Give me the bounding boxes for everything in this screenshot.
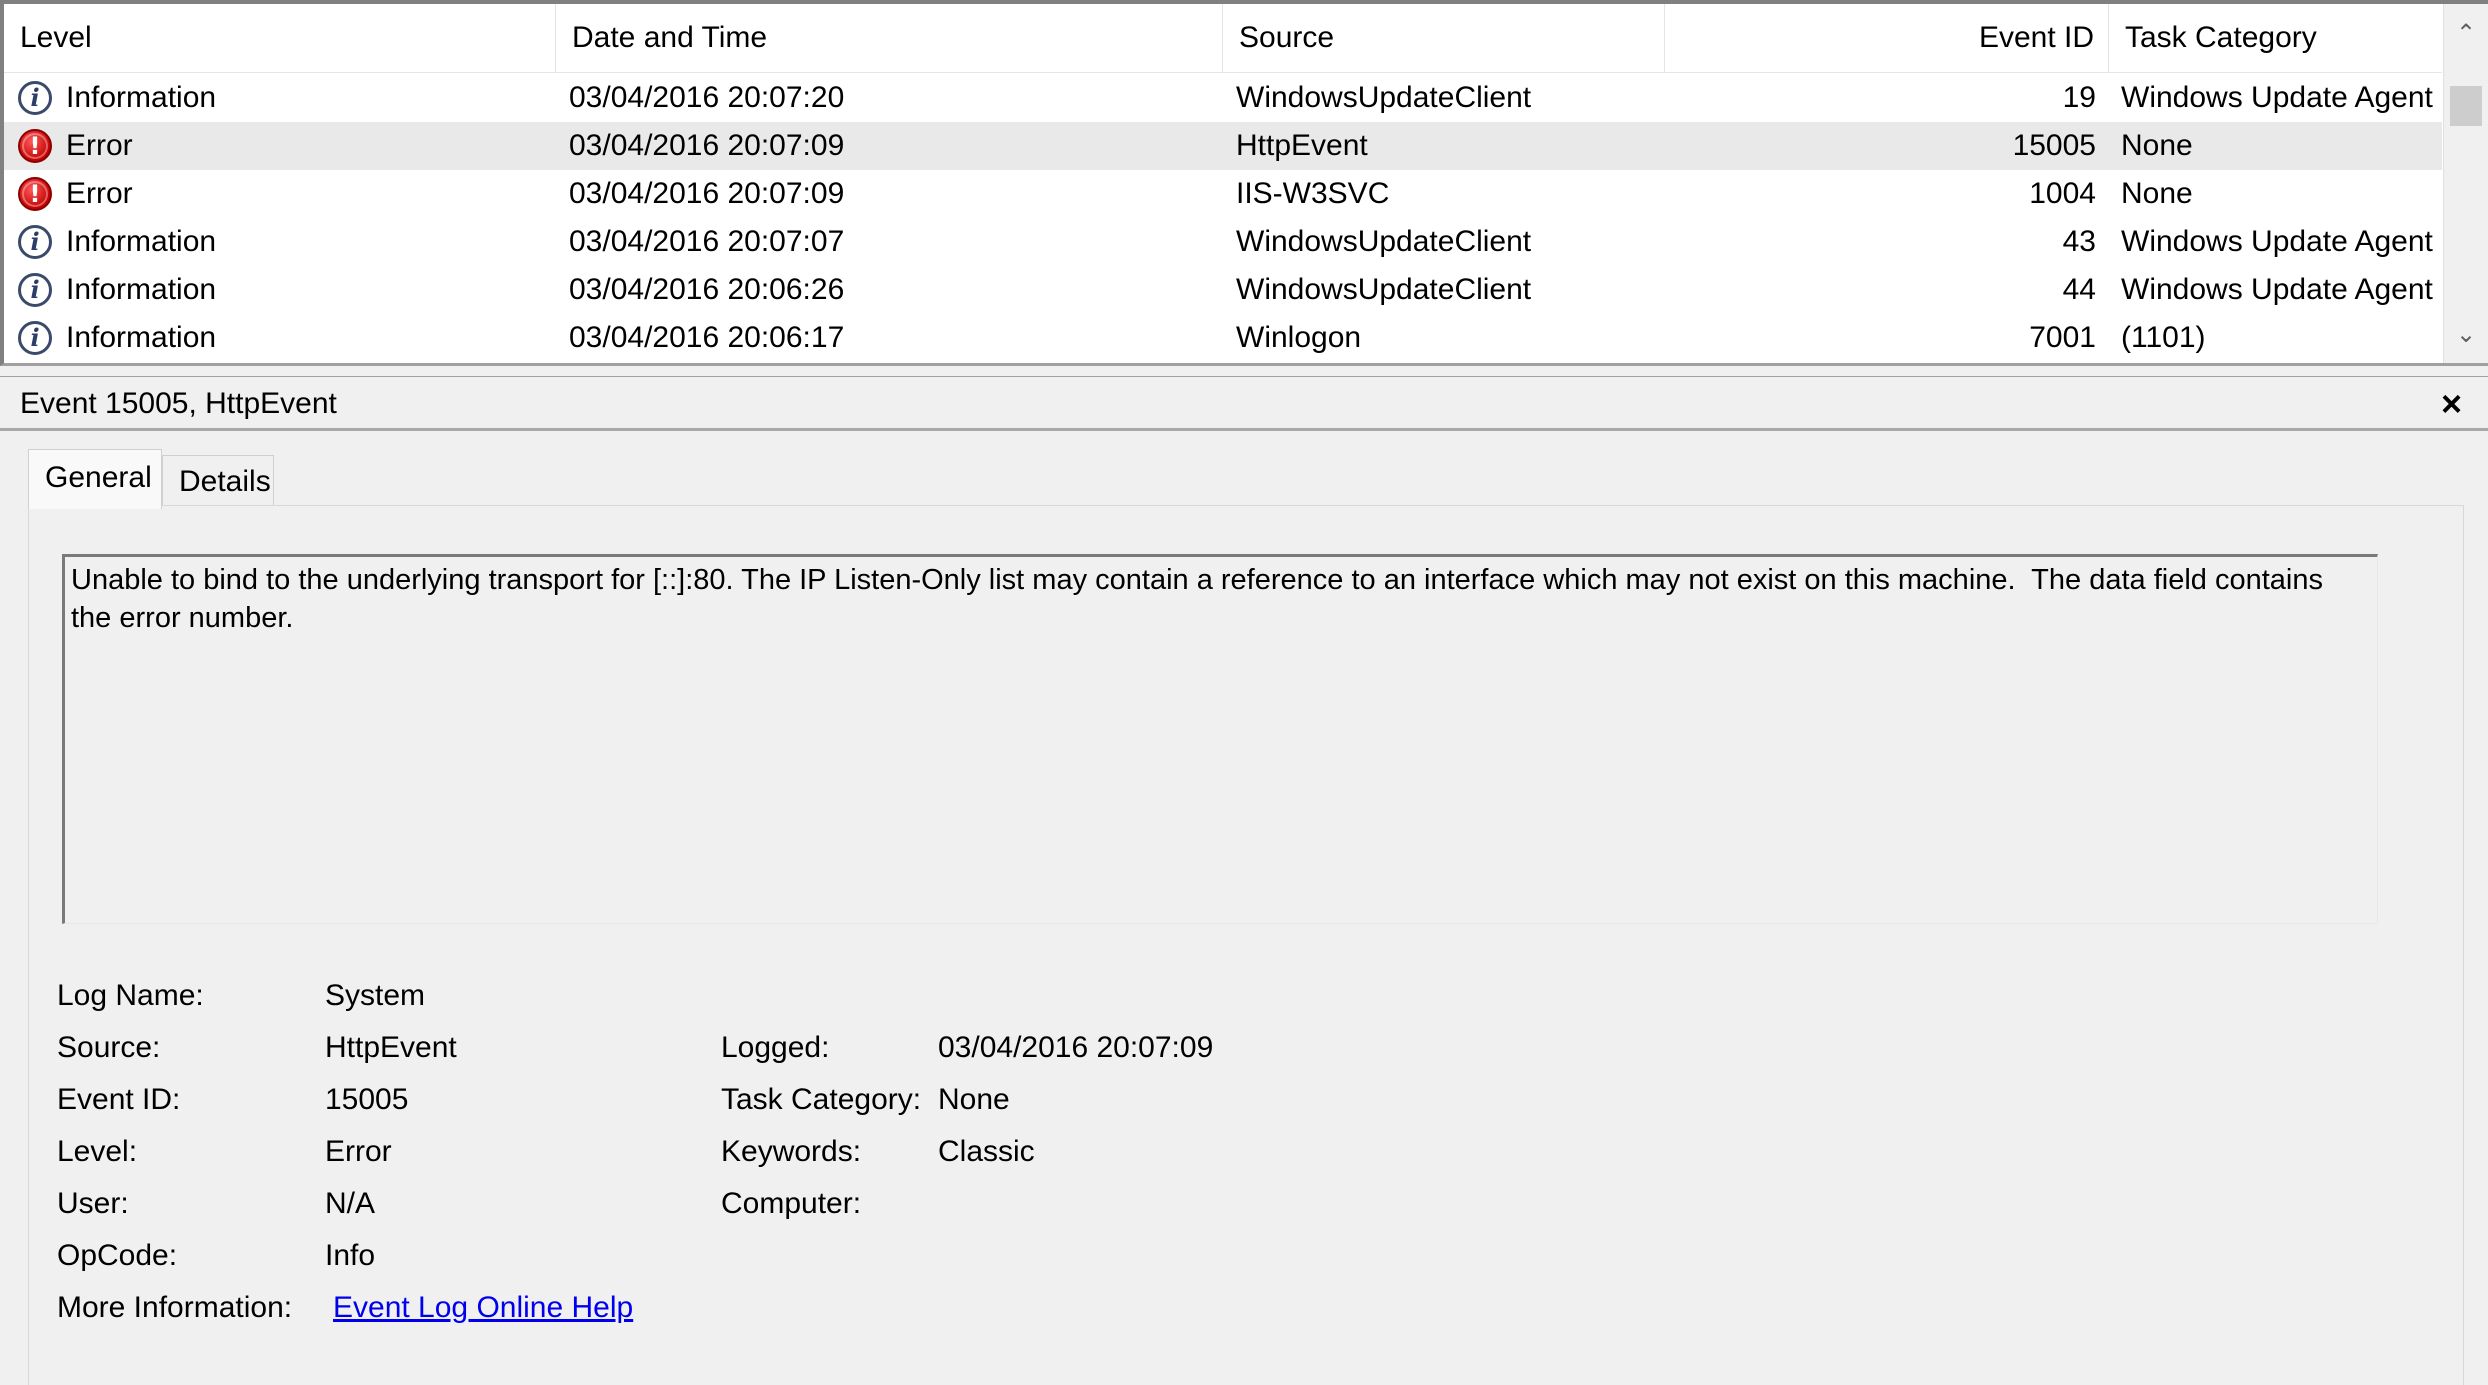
source-value: HttpEvent [325, 1031, 457, 1064]
event-detail-pane: Event 15005, HttpEvent × General Details… [0, 376, 2488, 1385]
detail-title: Event 15005, HttpEvent [0, 377, 2488, 431]
column-header-level[interactable]: Level [4, 4, 556, 72]
row-task-category: None [2121, 129, 2193, 162]
list-header: Level Date and Time Source Event ID Task… [4, 4, 2442, 73]
row-date-time: 03/04/2016 20:06:17 [569, 321, 845, 354]
logged-value: 03/04/2016 20:07:09 [938, 1031, 1214, 1064]
table-row[interactable]: i Information 03/04/2016 20:06:17 Winlogon 7… [4, 314, 2442, 362]
column-header-task-category[interactable]: Task Category [2109, 4, 2442, 72]
opcode-label: OpCode: [57, 1239, 178, 1272]
information-icon: i [18, 225, 52, 259]
row-source: WindowsUpdateClient [1236, 225, 1532, 258]
scroll-up-arrow-icon[interactable]: ⌃ [2444, 14, 2488, 54]
row-source: WindowsUpdateClient [1236, 273, 1532, 306]
event-id-value: 15005 [325, 1083, 409, 1116]
row-task-category: Windows Update Agent [2121, 225, 2433, 258]
row-source: WindowsUpdateClient [1236, 81, 1532, 114]
row-level: Information [66, 273, 217, 306]
row-source: Winlogon [1236, 321, 1362, 354]
table-row[interactable]: ! Error 03/04/2016 20:07:09 HttpEvent 15005 N… [4, 122, 2442, 170]
opcode-value: Info [325, 1239, 376, 1272]
event-list[interactable]: Level Date and Time Source Event ID Task… [0, 0, 2488, 366]
row-date-time: 03/04/2016 20:07:07 [569, 225, 845, 258]
table-row[interactable]: ! Error 03/04/2016 20:07:09 IIS-W3SVC 1004 No… [4, 170, 2442, 218]
event-id-label: Event ID: [57, 1083, 181, 1116]
information-icon: i [18, 81, 52, 115]
row-level: Information [66, 81, 217, 114]
row-date-time: 03/04/2016 20:07:09 [569, 177, 845, 210]
row-task-category: Windows Update Agent [2121, 273, 2433, 306]
column-header-source[interactable]: Source [1223, 4, 1665, 72]
level-label: Level: [57, 1135, 138, 1168]
row-date-time: 03/04/2016 20:07:20 [569, 81, 845, 114]
table-row[interactable]: i Information 03/04/2016 20:07:07 WindowsUp… [4, 218, 2442, 266]
scroll-down-arrow-icon[interactable]: ⌄ [2444, 315, 2488, 355]
column-header-event-id[interactable]: Event ID [1665, 4, 2109, 72]
vertical-scrollbar[interactable]: ⌃ ⌄ [2443, 4, 2488, 363]
information-icon: i [18, 321, 52, 355]
row-event-id: 43 [2062, 225, 2096, 258]
event-rows: i Information 03/04/2016 20:07:20 WindowsUp… [4, 74, 2442, 362]
row-date-time: 03/04/2016 20:06:26 [569, 273, 845, 306]
log-name-value: System [325, 979, 426, 1012]
log-name-label: Log Name: [57, 979, 204, 1012]
row-level: Error [66, 129, 133, 162]
close-icon[interactable]: × [2441, 377, 2462, 431]
row-source: HttpEvent [1236, 129, 1368, 162]
row-level: Error [66, 177, 133, 210]
task-category-label: Task Category: [721, 1083, 922, 1116]
row-level: Information [66, 225, 217, 258]
logged-label: Logged: [721, 1031, 830, 1064]
detail-title-text: Event 15005, HttpEvent [20, 387, 337, 420]
row-task-category: (1101) [2121, 321, 2206, 354]
tab-details[interactable]: Details [162, 455, 274, 507]
error-icon: ! [18, 129, 52, 163]
table-row[interactable]: i Information 03/04/2016 20:07:20 WindowsUp… [4, 74, 2442, 122]
source-label: Source: [57, 1031, 161, 1064]
row-source: IIS-W3SVC [1236, 177, 1390, 210]
more-information-label: More Information: [57, 1291, 293, 1324]
event-description[interactable]: Unable to bind to the underlying transpo… [62, 554, 2378, 924]
row-date-time: 03/04/2016 20:07:09 [569, 129, 845, 162]
row-event-id: 19 [2062, 81, 2096, 114]
event-log-online-help-link[interactable]: Event Log Online Help [333, 1288, 633, 1328]
user-value: N/A [325, 1187, 376, 1220]
row-event-id: 1004 [2029, 177, 2096, 210]
general-tab-panel: Unable to bind to the underlying transpo… [28, 505, 2464, 1385]
tab-general[interactable]: General [28, 449, 162, 509]
row-task-category: None [2121, 177, 2193, 210]
table-row[interactable]: i Information 03/04/2016 20:06:26 WindowsUp… [4, 266, 2442, 314]
keywords-value: Classic [938, 1135, 1035, 1168]
row-level: Information [66, 321, 217, 354]
task-category-value: None [938, 1083, 1010, 1116]
row-event-id: 44 [2062, 273, 2096, 306]
keywords-label: Keywords: [721, 1135, 862, 1168]
level-value: Error [325, 1135, 392, 1168]
row-task-category: Windows Update Agent [2121, 81, 2433, 114]
information-icon: i [18, 273, 52, 307]
column-header-date-time[interactable]: Date and Time [556, 4, 1223, 72]
user-label: User: [57, 1187, 129, 1220]
computer-label: Computer: [721, 1187, 862, 1220]
error-icon: ! [18, 177, 52, 211]
row-event-id: 7001 [2029, 321, 2096, 354]
scrollbar-thumb[interactable] [2450, 86, 2482, 126]
row-event-id: 15005 [2012, 129, 2096, 162]
